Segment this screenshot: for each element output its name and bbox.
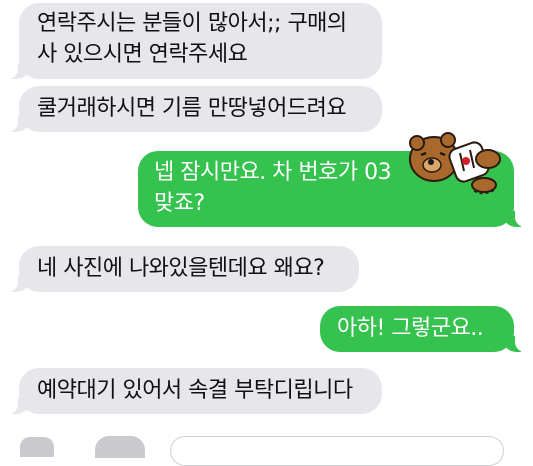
message-bubble-sent[interactable]: 아하! 그렇군요.. — [320, 306, 527, 352]
message-text: 예약대기 있어서 속결 부탁디립니다 — [37, 378, 353, 403]
message-text: 연락주시는 분들이 많아서;; 구매의 — [37, 11, 347, 36]
camera-icon[interactable] — [20, 437, 54, 457]
compose-bar — [0, 430, 533, 466]
message-bubble-received[interactable]: 연락주시는 분들이 많아서;; 구매의 사 있으시면 연락주세요 — [6, 3, 382, 79]
message-text: 사 있으시면 연락주세요 — [37, 42, 248, 67]
bubble-tail — [503, 211, 527, 227]
bubble-tail — [6, 63, 30, 79]
message-text: 아하! 그렇군요.. — [337, 316, 484, 341]
bubble-tail — [6, 398, 30, 414]
message-input[interactable] — [170, 436, 504, 466]
message-text: 네 사진에 나와있을텐데요 왜요? — [37, 256, 325, 281]
bubble-tail — [503, 336, 527, 352]
bear-sticker-icon — [409, 132, 501, 195]
app-store-icon[interactable] — [95, 436, 145, 458]
bubble-tail — [6, 276, 30, 292]
message-bubble-received[interactable]: 예약대기 있어서 속결 부탁디립니다 — [6, 368, 382, 414]
message-bubble-received[interactable]: 네 사진에 나와있을텐데요 왜요? — [6, 246, 359, 292]
message-thread: 연락주시는 분들이 많아서;; 구매의 사 있으시면 연락주세요 쿨거래하시면 … — [0, 0, 533, 466]
bubble-tail — [6, 116, 30, 132]
message-bubble-received[interactable]: 쿨거래하시면 기름 만땅넣어드려요 — [6, 86, 382, 132]
message-text: 쿨거래하시면 기름 만땅넣어드려요 — [37, 96, 347, 121]
